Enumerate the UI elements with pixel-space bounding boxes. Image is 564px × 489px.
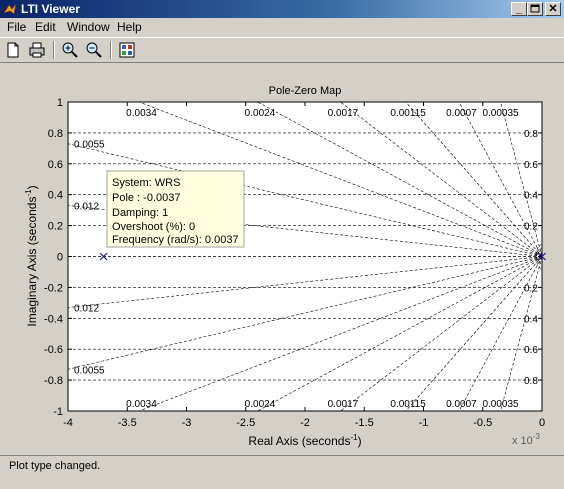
minimize-button[interactable]: _ — [511, 2, 527, 16]
menu-window[interactable]: Window — [66, 20, 111, 35]
y-axis-label: Imaginary Axis (seconds-1) — [24, 185, 39, 326]
status-bar: Plot type changed. — [0, 455, 564, 489]
datatip-line: Frequency (rad/s): 0.0037 — [112, 234, 239, 246]
y-tick-label: 0.2 — [48, 221, 63, 233]
damping-label: 0.0034 — [126, 399, 157, 410]
y-tick-label: -1 — [53, 406, 63, 418]
datatip-line: System: WRS — [112, 177, 180, 189]
frequency-label: 0.2 — [524, 222, 538, 233]
close-button[interactable]: ✕ — [545, 2, 561, 16]
title-bar: LTI Viewer _ ✕ — [0, 0, 564, 18]
damping-label: 0.00035 — [482, 399, 519, 410]
damping-label: 0.00035 — [482, 108, 519, 119]
toolbar-separator — [53, 41, 55, 59]
plot-config-icon — [119, 42, 135, 58]
damping-label: 0.0017 — [328, 399, 359, 410]
menu-edit[interactable]: Edit — [34, 20, 57, 35]
y-tick-label: 1 — [57, 97, 63, 109]
pole-zero-chart[interactable]: 0.0034 0.0024 0.0017 0.00115 0.0007 0.00035 0.… — [0, 63, 564, 455]
close-icon: ✕ — [548, 3, 558, 15]
y-tick-label: 0.6 — [48, 159, 63, 171]
damping-label: 0.0034 — [126, 108, 157, 119]
frequency-label: 0.4 — [524, 191, 538, 202]
x-tick-label: -0.5 — [473, 417, 492, 429]
x-tick-label: -1.5 — [355, 417, 374, 429]
new-button[interactable] — [3, 40, 23, 60]
print-button[interactable] — [27, 40, 47, 60]
frequency-label: 0.6 — [524, 345, 538, 356]
toolbar — [0, 37, 564, 63]
x-exponent-label: x 10-3 — [512, 432, 540, 447]
y-tick-label: 0.4 — [48, 190, 63, 202]
x-tick-label: -1 — [419, 417, 429, 429]
y-tick-label: 0.8 — [48, 128, 63, 140]
damping-label: 0.0007 — [446, 399, 477, 410]
y-tick-label: -0.8 — [44, 375, 63, 387]
print-icon — [29, 42, 45, 58]
x-axis-label: Real Axis (seconds-1) — [248, 433, 361, 448]
damping-label: 0.0055 — [74, 140, 105, 151]
x-tick-label: -2.5 — [236, 417, 255, 429]
damping-label: 0.012 — [74, 202, 99, 213]
status-text: Plot type changed. — [9, 460, 101, 472]
datatip[interactable]: System: WRS Pole : -0.0037 Damping: 1 Ov… — [106, 170, 245, 248]
toolbar-separator — [110, 41, 112, 59]
zoom-in-icon — [62, 42, 78, 58]
damping-label: 0.0017 — [328, 108, 359, 119]
x-tick-label: -3.5 — [118, 417, 137, 429]
zoom-out-icon — [86, 42, 102, 58]
maximize-icon — [530, 4, 540, 13]
datatip-line: Overshoot (%): 0 — [112, 221, 195, 233]
window-title: LTI Viewer — [21, 2, 80, 16]
y-tick-label: 0 — [57, 252, 63, 264]
plot-title: Pole-Zero Map — [269, 85, 342, 97]
maximize-button[interactable] — [527, 2, 543, 16]
frequency-label: 0.6 — [524, 160, 538, 171]
x-tick-label: -2 — [300, 417, 310, 429]
damping-label: 0.0024 — [245, 108, 276, 119]
plot-area: 0.0034 0.0024 0.0017 0.00115 0.0007 0.00035 0.… — [0, 63, 564, 455]
new-file-icon — [7, 42, 19, 58]
matlab-logo-icon — [3, 3, 17, 15]
frequency-label: 0.8 — [524, 129, 538, 140]
minimize-icon: _ — [515, 3, 523, 15]
x-tick-label: 0 — [539, 417, 545, 429]
frequency-label: 0.2 — [524, 283, 538, 294]
datatip-line: Pole : -0.0037 — [112, 192, 181, 204]
y-tick-label: -0.2 — [44, 282, 63, 294]
damping-label: 0.00115 — [390, 108, 426, 119]
damping-label: 0.0007 — [446, 108, 477, 119]
damping-label: 0.012 — [74, 303, 99, 314]
x-tick-label: -3 — [182, 417, 192, 429]
damping-label: 0.00115 — [390, 399, 426, 410]
y-tick-label: -0.6 — [44, 344, 63, 356]
x-tick-label: -4 — [63, 417, 73, 429]
menu-bar: File Edit Window Help — [0, 18, 564, 37]
frequency-label: 0.8 — [524, 376, 538, 387]
y-tick-label: -0.4 — [44, 313, 63, 325]
menu-help[interactable]: Help — [116, 20, 143, 35]
datatip-line: Damping: 1 — [112, 207, 168, 219]
damping-label: 0.0055 — [74, 365, 105, 376]
frequency-label: 0.4 — [524, 314, 538, 325]
zoom-in-button[interactable] — [60, 40, 80, 60]
zoom-out-button[interactable] — [84, 40, 104, 60]
plot-config-button[interactable] — [117, 40, 137, 60]
menu-file[interactable]: File — [6, 20, 27, 35]
damping-label: 0.0024 — [245, 399, 276, 410]
